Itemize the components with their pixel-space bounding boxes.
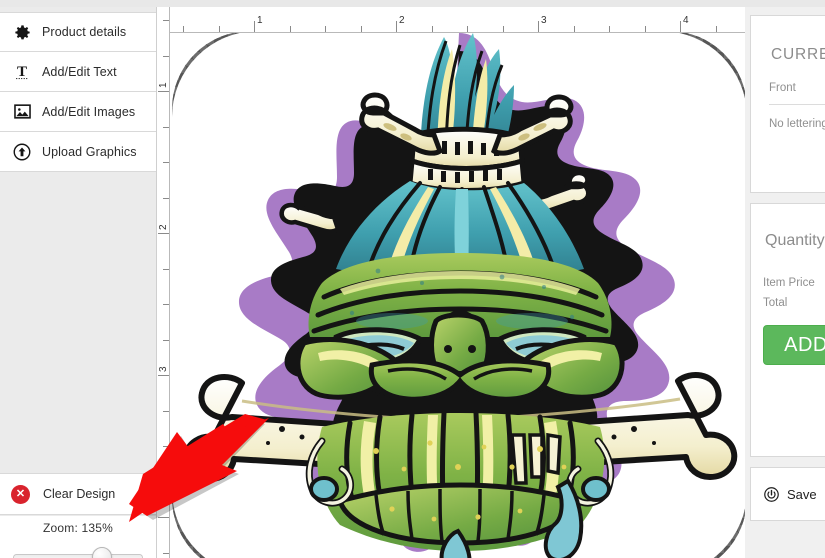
- ruler-tick: [680, 21, 681, 32]
- current-design-card: CURRENT Front No letterings: [750, 15, 825, 193]
- panel-divider: [769, 104, 825, 105]
- ruler-tick: [609, 26, 610, 32]
- ruler-label: 4: [683, 15, 689, 26]
- sidebar-item-upload-graphics[interactable]: Upload Graphics: [0, 132, 156, 172]
- total-label: Total: [763, 297, 788, 309]
- ruler-tick: [644, 26, 646, 32]
- sidebar-item-label: Upload Graphics: [42, 144, 137, 159]
- svg-text:T: T: [17, 64, 27, 80]
- ruler-tick: [715, 26, 717, 32]
- ruler-label: 3: [158, 366, 169, 372]
- upload-icon: [11, 141, 33, 163]
- ruler-tick: [163, 552, 169, 554]
- ruler-tick: [163, 339, 169, 341]
- ruler-tick: [289, 26, 291, 32]
- ruler-tick: [254, 21, 255, 32]
- artboard-viewport[interactable]: [170, 33, 745, 558]
- zombie-troll-artwork[interactable]: [172, 33, 745, 558]
- zoom-slider[interactable]: [13, 547, 143, 558]
- sidebar-menu: Product details T Add/Edit Text Add/Edit…: [0, 12, 156, 172]
- ruler-tick: [163, 410, 169, 412]
- ruler-tick: [183, 26, 184, 32]
- ruler-horizontal: 1 2 3 4: [157, 7, 745, 33]
- clear-design-label: Clear Design: [43, 487, 116, 501]
- clear-design-button[interactable]: ✕ Clear Design: [0, 473, 156, 515]
- save-button[interactable]: Save: [763, 486, 817, 503]
- ruler-tick: [218, 26, 220, 32]
- quantity-label: Quantity:: [765, 232, 825, 249]
- sidebar-item-add-edit-images[interactable]: Add/Edit Images: [0, 92, 156, 132]
- save-button-label: Save: [787, 487, 817, 502]
- item-price-label: Item Price: [763, 277, 815, 289]
- ruler-label: 2: [158, 224, 169, 230]
- add-to-cart-button[interactable]: ADD: [763, 325, 825, 365]
- image-icon: [11, 101, 33, 123]
- sidebar-item-add-edit-text[interactable]: T Add/Edit Text: [0, 52, 156, 92]
- ruler-tick: [538, 21, 539, 32]
- ruler-tick: [163, 481, 169, 483]
- left-sidebar: Product details T Add/Edit Text Add/Edit…: [0, 7, 157, 558]
- power-save-icon: [763, 486, 780, 503]
- ruler-tick: [163, 268, 169, 270]
- panel-title: CURRENT: [771, 46, 825, 63]
- right-panel: CURRENT Front No letterings Quantity: It…: [745, 7, 825, 558]
- app-root: Product details T Add/Edit Text Add/Edit…: [0, 0, 825, 558]
- sidebar-item-product-details[interactable]: Product details: [0, 12, 156, 52]
- ruler-tick: [158, 91, 169, 92]
- ruler-tick: [163, 197, 169, 199]
- top-strip: [0, 0, 825, 7]
- ruler-tick: [325, 26, 326, 32]
- ruler-tick: [431, 26, 433, 32]
- ruler-tick: [396, 21, 397, 32]
- ruler-tick: [158, 375, 169, 376]
- ruler-tick: [163, 304, 169, 305]
- zoom-slider-thumb[interactable]: [92, 547, 113, 558]
- ruler-tick: [573, 26, 575, 32]
- sidebar-item-label: Add/Edit Text: [42, 64, 117, 79]
- ruler-tick: [163, 20, 169, 21]
- ruler-tick: [467, 26, 468, 32]
- ruler-label: 2: [399, 15, 405, 26]
- ruler-tick: [163, 446, 169, 447]
- ruler-label: 3: [541, 15, 547, 26]
- artboard[interactable]: [172, 33, 745, 558]
- ruler-tick: [502, 26, 504, 32]
- zoom-slider-track[interactable]: [13, 554, 143, 558]
- ruler-tick: [360, 26, 362, 32]
- zoom-level-label: Zoom: 135%: [42, 521, 114, 535]
- ruler-tick: [163, 162, 169, 163]
- ruler-label: 1: [158, 82, 169, 88]
- text-icon: T: [11, 61, 33, 83]
- ruler-tick: [163, 126, 169, 128]
- ruler-vertical: 1 2 3: [157, 7, 170, 558]
- close-circle-icon: ✕: [11, 484, 30, 504]
- ruler-tick: [163, 55, 169, 57]
- no-letterings-text: No letterings: [769, 118, 825, 130]
- zoom-control: Zoom: 135%: [0, 516, 156, 558]
- sidebar-item-label: Add/Edit Images: [42, 104, 136, 119]
- sidebar-item-label: Product details: [42, 25, 127, 39]
- ruler-tick: [158, 233, 169, 234]
- ruler-label: 1: [257, 15, 263, 26]
- side-label-front: Front: [769, 82, 796, 94]
- design-canvas-area[interactable]: 1 2 3 4 1 2 3: [157, 7, 745, 558]
- ruler-tick: [158, 517, 169, 518]
- gear-icon: [11, 21, 33, 43]
